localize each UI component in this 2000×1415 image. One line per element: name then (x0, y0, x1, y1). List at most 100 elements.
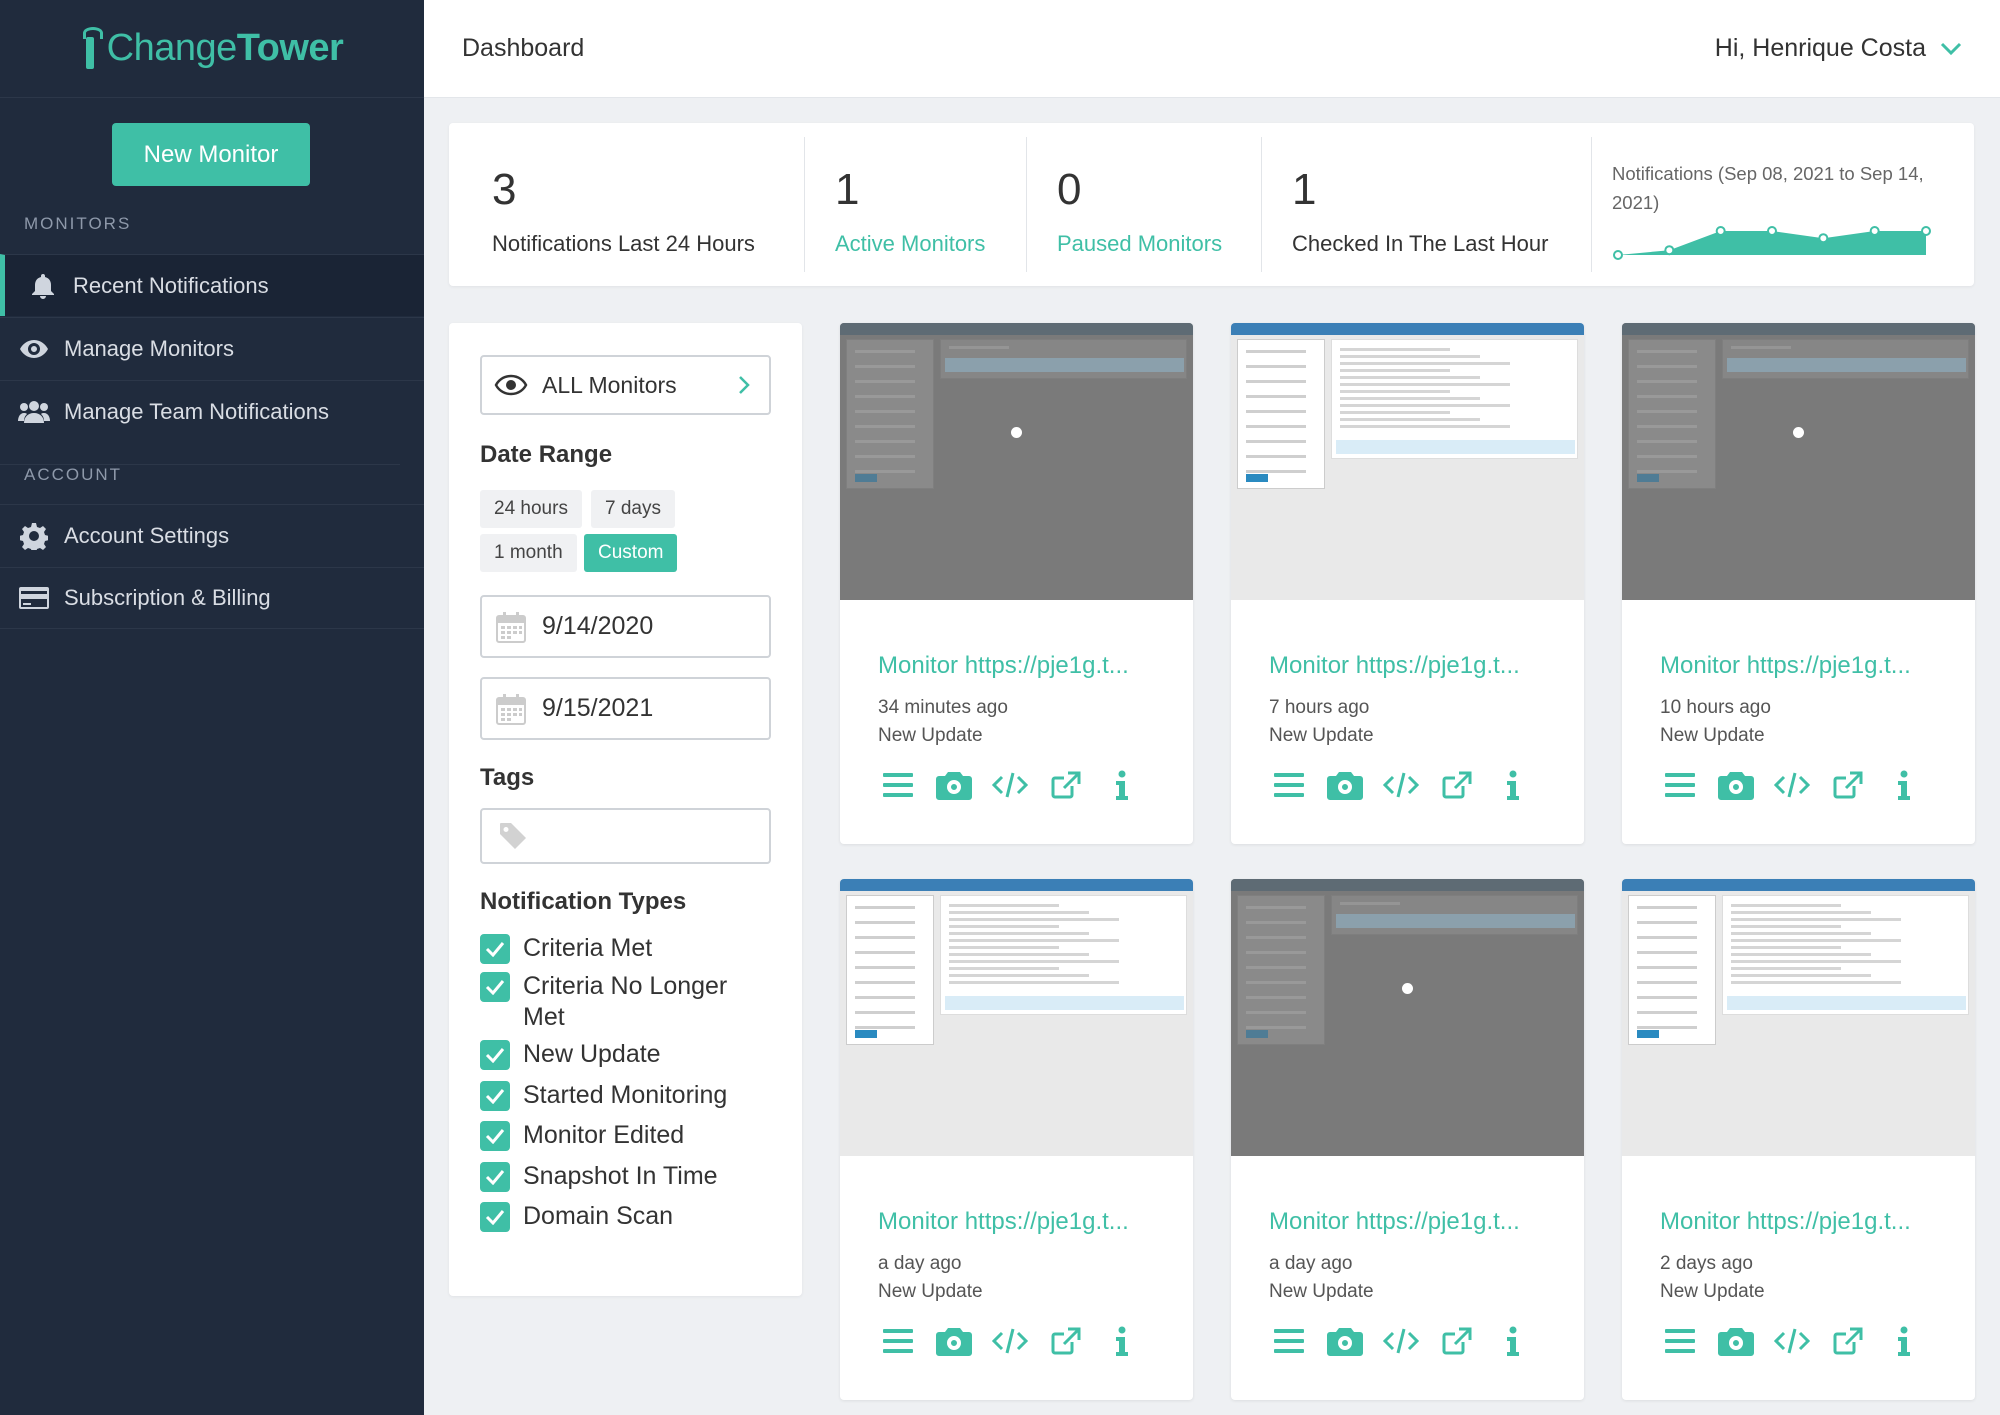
eye-icon (494, 374, 528, 396)
notification-type: New Update (1269, 1281, 1374, 1302)
screenshot-line (1246, 470, 1306, 473)
screenshot-thumbnail[interactable] (1622, 879, 1975, 1156)
stat-label: Notifications Last 24 Hours (492, 231, 755, 256)
sidebar-item-account-settings[interactable]: Account Settings (0, 504, 424, 566)
camera-icon[interactable] (934, 767, 974, 803)
stat-active-monitors[interactable]: 1 Active Monitors (805, 137, 1027, 272)
checkbox-checked-icon[interactable] (480, 1121, 510, 1151)
tags-input[interactable] (480, 808, 771, 864)
external-link-icon[interactable] (1437, 1323, 1477, 1359)
screenshot-side-panel (1628, 339, 1716, 489)
sidebar-item-manage-team-notifications[interactable]: Manage Team Notifications (0, 380, 424, 442)
monitor-title-link[interactable]: Monitor https://pje1g.t... (1269, 1208, 1520, 1236)
screenshot-thumbnail[interactable] (840, 323, 1193, 600)
checkbox-checked-icon[interactable] (480, 1162, 510, 1192)
stat-paused-monitors[interactable]: 0 Paused Monitors (1027, 137, 1262, 272)
camera-icon[interactable] (1716, 1323, 1756, 1359)
start-date-input[interactable]: 9/14/2020 (480, 595, 771, 658)
external-link-icon[interactable] (1828, 1323, 1868, 1359)
screenshot-thumbnail[interactable] (1231, 879, 1584, 1156)
filter-type-criteria-no-longer-met[interactable]: Criteria No Longer Met (480, 971, 763, 1033)
checkbox-checked-icon[interactable] (480, 934, 510, 964)
sidebar-item-subscription-billing[interactable]: Subscription & Billing (0, 567, 424, 629)
monitor-title-link[interactable]: Monitor https://pje1g.t... (1660, 652, 1911, 680)
code-icon[interactable] (1772, 767, 1812, 803)
screenshot-side-panel (1237, 895, 1325, 1045)
info-icon[interactable] (1493, 767, 1533, 803)
filter-type-criteria-met[interactable]: Criteria Met (480, 933, 763, 964)
sidebar-item-recent-notifications[interactable]: Recent Notifications (0, 254, 424, 316)
chevron-down-icon (1940, 42, 1962, 55)
checkbox-checked-icon[interactable] (480, 1202, 510, 1232)
external-link-icon[interactable] (1437, 767, 1477, 803)
screenshot-line (855, 966, 915, 969)
monitor-title-link[interactable]: Monitor https://pje1g.t... (1660, 1208, 1911, 1236)
info-icon[interactable] (1884, 1323, 1924, 1359)
all-monitors-selector[interactable]: ALL Monitors (480, 355, 771, 415)
camera-icon[interactable] (934, 1323, 974, 1359)
sparkline-point (1869, 226, 1880, 236)
stat-label: Checked In The Last Hour (1292, 231, 1549, 256)
screenshot-thumbnail[interactable] (1622, 323, 1975, 600)
camera-icon[interactable] (1325, 1323, 1365, 1359)
info-icon[interactable] (1102, 767, 1142, 803)
monitor-title-link[interactable]: Monitor https://pje1g.t... (878, 1208, 1129, 1236)
new-monitor-button[interactable]: New Monitor (112, 123, 310, 186)
screenshot-line (1637, 380, 1697, 383)
user-menu[interactable]: Hi, Henrique Costa (1715, 34, 1962, 63)
list-icon[interactable] (878, 1323, 918, 1359)
list-icon[interactable] (1660, 1323, 1700, 1359)
filter-type-domain-scan[interactable]: Domain Scan (480, 1201, 763, 1232)
notification-type: New Update (1269, 725, 1374, 746)
sidebar-item-manage-monitors[interactable]: Manage Monitors (0, 317, 424, 379)
checkbox-checked-icon[interactable] (480, 972, 510, 1002)
notification-type: New Update (878, 1281, 983, 1302)
list-icon[interactable] (1269, 1323, 1309, 1359)
code-icon[interactable] (990, 1323, 1030, 1359)
screenshot-line (1637, 951, 1697, 954)
stat-value: 1 (835, 165, 860, 214)
filter-type-new-update[interactable]: New Update (480, 1039, 763, 1070)
screenshot-side-panel (1628, 895, 1716, 1045)
end-date-input[interactable]: 9/15/2021 (480, 677, 771, 740)
changetower-logo[interactable]: Change Tower (0, 0, 424, 98)
monitor-title-link[interactable]: Monitor https://pje1g.t... (1269, 652, 1520, 680)
loading-spinner-icon (1793, 427, 1804, 438)
checkbox-checked-icon[interactable] (480, 1081, 510, 1111)
external-link-icon[interactable] (1046, 767, 1086, 803)
filter-type-started-monitoring[interactable]: Started Monitoring (480, 1080, 763, 1111)
code-icon[interactable] (990, 767, 1030, 803)
screenshot-line (1340, 411, 1450, 414)
range-custom[interactable]: Custom (584, 534, 678, 572)
camera-icon[interactable] (1716, 767, 1756, 803)
screenshot-header-bar (840, 879, 1193, 891)
code-icon[interactable] (1381, 767, 1421, 803)
screenshot-line (1637, 936, 1697, 939)
range-1-month[interactable]: 1 month (480, 534, 577, 572)
list-icon[interactable] (1269, 767, 1309, 803)
screenshot-main-panel (940, 895, 1187, 1015)
range-7-days[interactable]: 7 days (591, 490, 675, 528)
screenshot-thumbnail[interactable] (840, 879, 1193, 1156)
external-link-icon[interactable] (1046, 1323, 1086, 1359)
filter-type-monitor-edited[interactable]: Monitor Edited (480, 1120, 763, 1151)
info-icon[interactable] (1493, 1323, 1533, 1359)
filter-type-snapshot-in-time[interactable]: Snapshot In Time (480, 1161, 763, 1192)
list-icon[interactable] (1660, 767, 1700, 803)
screenshot-line (949, 967, 1059, 970)
info-icon[interactable] (1884, 767, 1924, 803)
code-icon[interactable] (1772, 1323, 1812, 1359)
screenshot-header-bar (1622, 879, 1975, 891)
screenshot-line (1731, 953, 1871, 956)
account-section-label: ACCOUNT (0, 464, 400, 485)
external-link-icon[interactable] (1828, 767, 1868, 803)
code-icon[interactable] (1381, 1323, 1421, 1359)
checkbox-checked-icon[interactable] (480, 1040, 510, 1070)
range-24-hours[interactable]: 24 hours (480, 490, 582, 528)
screenshot-thumbnail[interactable] (1231, 323, 1584, 600)
list-icon[interactable] (878, 767, 918, 803)
monitor-title-link[interactable]: Monitor https://pje1g.t... (878, 652, 1129, 680)
screenshot-line (949, 974, 1089, 977)
camera-icon[interactable] (1325, 767, 1365, 803)
info-icon[interactable] (1102, 1323, 1142, 1359)
